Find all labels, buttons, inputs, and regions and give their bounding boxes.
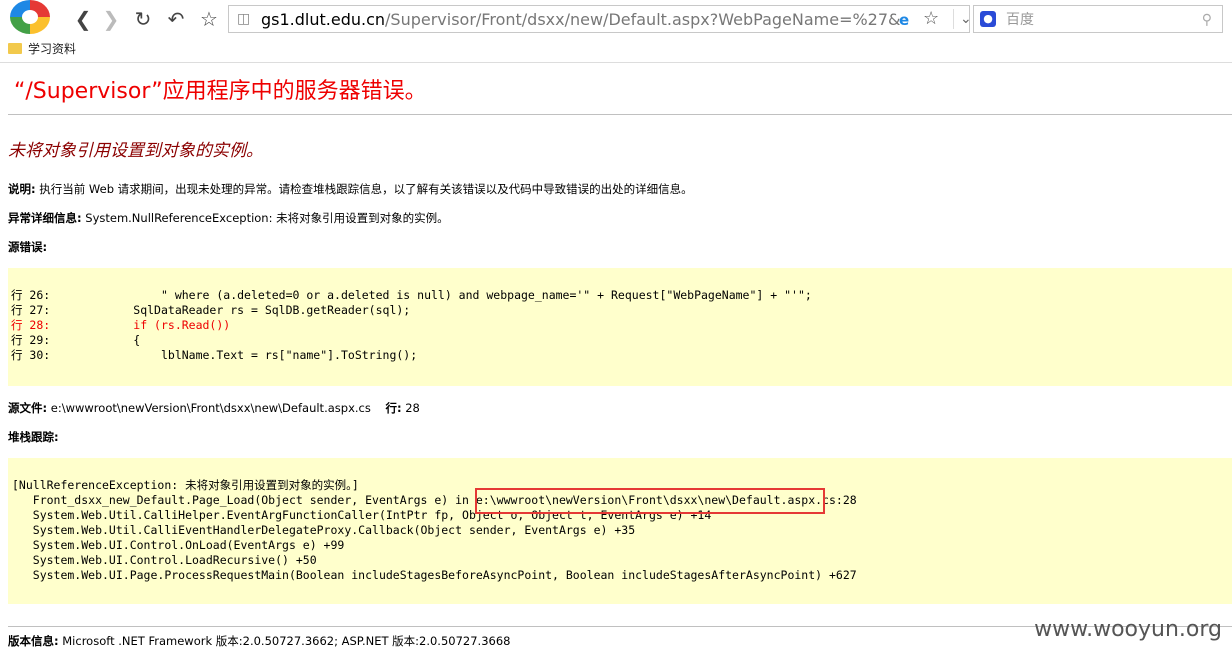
browser-logo-icon: [10, 0, 50, 34]
stack-trace-box: [NullReferenceException: 未将对象引用设置到对象的实例。…: [8, 458, 1232, 604]
stack-line: System.Web.UI.Control.LoadRecursive() +5…: [12, 553, 317, 567]
search-input[interactable]: 百度: [1006, 10, 1034, 30]
exception-details: 异常详细信息: System.NullReferenceException: 未…: [8, 210, 449, 226]
forward-icon[interactable]: ❯: [98, 7, 124, 31]
undo-icon[interactable]: ↶: [163, 7, 189, 31]
url-path: /Supervisor/Front/dsxx/new/Default.aspx?…: [385, 10, 901, 29]
baidu-icon: ●: [980, 11, 996, 27]
line-label: 行:: [385, 401, 402, 415]
stack-line: System.Web.UI.Control.OnLoad(EventArgs e…: [12, 538, 345, 552]
line-number: 28: [401, 401, 420, 415]
shield-icon: ◫: [237, 11, 251, 27]
url-text[interactable]: gs1.dlut.edu.cn/Supervisor/Front/dsxx/ne…: [261, 10, 901, 30]
search-box[interactable]: ● 百度 ⚲: [973, 5, 1223, 33]
reload-icon[interactable]: ↻: [130, 7, 156, 31]
url-host: gs1.dlut.edu.cn: [261, 10, 386, 29]
source-line: 行 30: lblName.Text = rs["name"].ToString…: [11, 348, 418, 362]
description: 说明: 执行当前 Web 请求期间，出现未处理的异常。请检查堆栈跟踪信息，以了解…: [8, 181, 693, 197]
version-label: 版本信息:: [8, 634, 59, 648]
error-message: 未将对象引用设置到对象的实例。: [8, 141, 263, 161]
source-line: 行 29: {: [11, 333, 141, 347]
browser-toolbar: ❮ ❯ ↻ ↶ ☆ ◫ gs1.dlut.edu.cn/Supervisor/F…: [0, 0, 1232, 38]
source-file-path: e:\wwwroot\newVersion\Front\dsxx\new\Def…: [47, 401, 371, 415]
back-icon[interactable]: ❮: [70, 7, 96, 31]
bookmark-folder[interactable]: 学习资料: [28, 41, 76, 57]
description-text: 执行当前 Web 请求期间，出现未处理的异常。请检查堆栈跟踪信息，以了解有关该错…: [35, 182, 693, 196]
stack-line: System.Web.UI.Page.ProcessRequestMain(Bo…: [12, 568, 857, 582]
watermark: www.wooyun.org: [1034, 617, 1222, 642]
description-label: 说明:: [8, 182, 36, 196]
source-error-heading: 源错误:: [8, 239, 47, 255]
stack-trace-label: 堆栈跟踪:: [8, 430, 59, 444]
version-text: Microsoft .NET Framework 版本:2.0.50727.36…: [58, 634, 511, 648]
source-file-label: 源文件:: [8, 401, 48, 415]
dropdown-icon[interactable]: ⌄: [953, 9, 972, 29]
version-info: 版本信息: Microsoft .NET Framework 版本:2.0.50…: [8, 633, 510, 649]
search-icon[interactable]: ⚲: [1202, 10, 1212, 30]
source-file: 源文件: e:\wwwroot\newVersion\Front\dsxx\ne…: [8, 400, 420, 416]
divider: [8, 114, 1232, 115]
address-bar[interactable]: ◫ gs1.dlut.edu.cn/Supervisor/Front/dsxx/…: [228, 5, 972, 33]
source-error-label: 源错误:: [8, 240, 48, 254]
stack-line: System.Web.Util.CalliEventHandlerDelegat…: [12, 523, 636, 537]
star-icon[interactable]: ☆: [196, 7, 222, 31]
source-line: 行 27: SqlDataReader rs = SqlDB.getReader…: [11, 303, 411, 317]
source-line-error: 行 28: if (rs.Read()): [11, 318, 231, 332]
folder-icon: [8, 43, 22, 54]
stack-trace-heading: 堆栈跟踪:: [8, 429, 59, 445]
source-line: 行 26: " where (a.deleted=0 or a.deleted …: [11, 288, 812, 302]
bookmarks-bar: 学习资料: [0, 38, 1232, 63]
error-title: “/Supervisor”应用程序中的服务器错误。: [14, 79, 427, 104]
exception-text: System.NullReferenceException: 未将对象引用设置到…: [81, 211, 449, 225]
source-code-box: 行 26: " where (a.deleted=0 or a.deleted …: [8, 268, 1232, 386]
exception-label: 异常详细信息:: [8, 211, 82, 225]
annotation-highlight: [475, 488, 825, 514]
ie-compat-icon[interactable]: e: [899, 10, 909, 30]
favorite-icon[interactable]: ☆: [923, 8, 939, 30]
stack-line: [NullReferenceException: 未将对象引用设置到对象的实例。…: [12, 478, 359, 492]
